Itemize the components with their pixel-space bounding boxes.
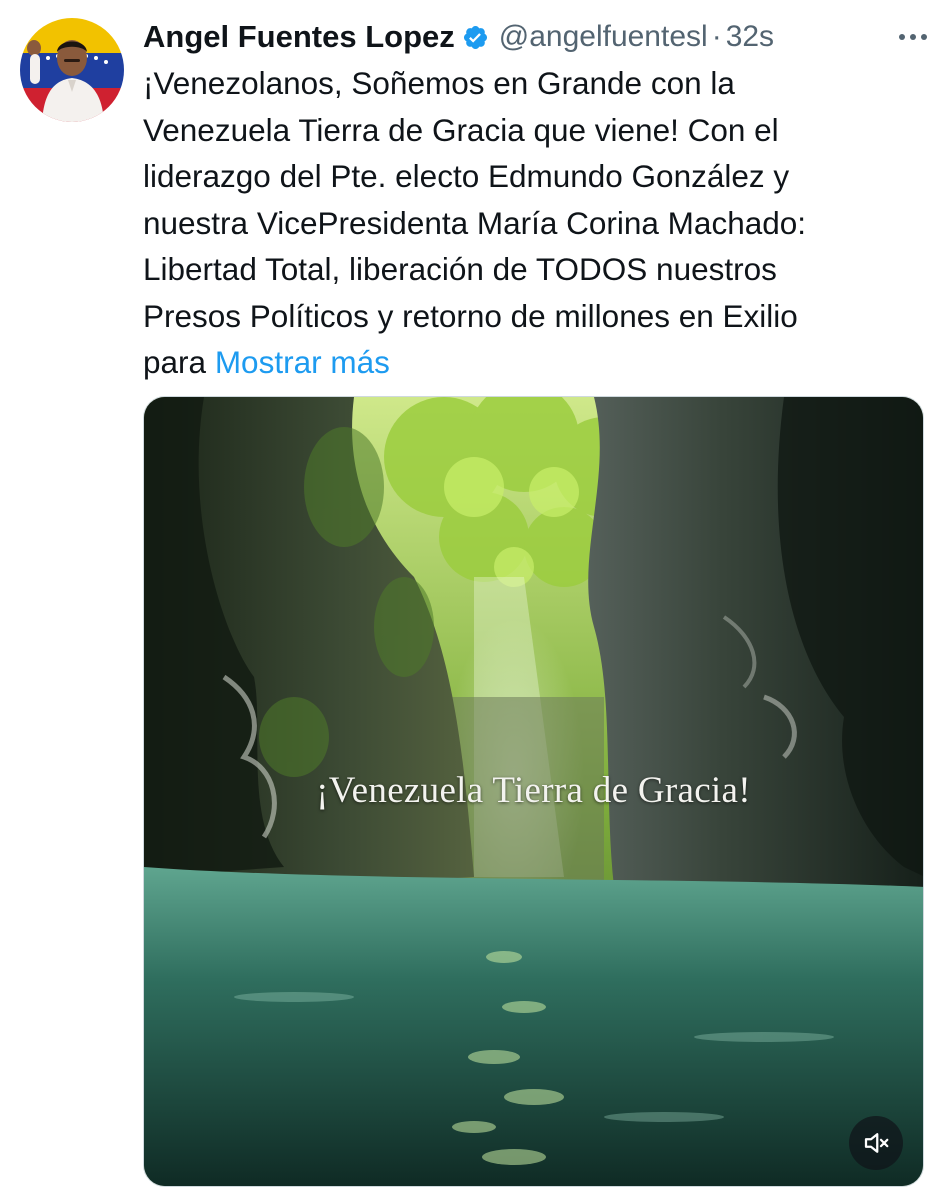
author-handle[interactable]: @angelfuentesl xyxy=(499,20,708,54)
speaker-muted-icon xyxy=(861,1128,891,1158)
tweet-video[interactable]: ¡Venezuela Tierra de Gracia! xyxy=(143,396,924,1187)
mute-toggle-button[interactable] xyxy=(849,1116,903,1170)
avatar-photo-with-flag xyxy=(20,18,124,122)
tweet-timestamp[interactable]: 32s xyxy=(726,20,774,54)
verified-badge-icon xyxy=(462,24,489,51)
tweet-body: ¡Venezolanos, Soñemos en Grande con la V… xyxy=(143,65,807,380)
tweet-header: Angel Fuentes Lopez @angelfuentesl · 32s xyxy=(143,14,933,60)
tweet-text: ¡Venezolanos, Soñemos en Grande con la V… xyxy=(143,60,933,386)
show-more-link[interactable]: Mostrar más xyxy=(215,344,390,380)
more-options-icon[interactable] xyxy=(893,22,933,52)
video-caption: ¡Venezuela Tierra de Gracia! xyxy=(316,770,751,811)
author-display-name[interactable]: Angel Fuentes Lopez xyxy=(143,19,455,55)
header-separator: · xyxy=(711,20,722,53)
author-avatar[interactable] xyxy=(20,18,124,122)
tweet-card[interactable]: Angel Fuentes Lopez @angelfuentesl · 32s… xyxy=(0,0,945,1200)
